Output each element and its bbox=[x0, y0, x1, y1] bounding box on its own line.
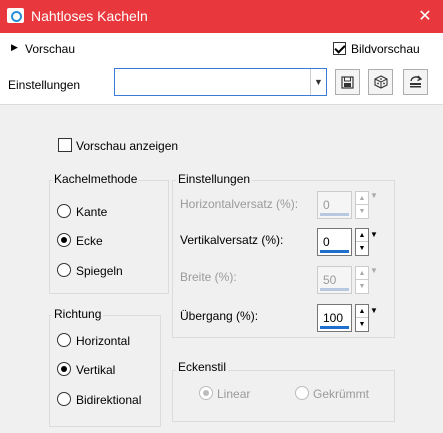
reset-button[interactable] bbox=[403, 69, 428, 95]
uebergang-label: Übergang (%): bbox=[180, 309, 259, 323]
breite-stepper[interactable]: ▲ ▼ bbox=[355, 266, 369, 294]
vertikalversatz-input[interactable]: 0 bbox=[317, 228, 352, 256]
dice-icon bbox=[373, 75, 388, 89]
stepper-down-icon[interactable]: ▼ bbox=[356, 205, 368, 218]
stepper-up-icon[interactable]: ▲ bbox=[356, 229, 368, 242]
bildvorschau-label[interactable]: Bildvorschau bbox=[351, 42, 420, 56]
settings-label: Einstellungen bbox=[8, 78, 81, 92]
label-ecke[interactable]: Ecke bbox=[76, 234, 103, 248]
close-button[interactable]: ✕ bbox=[415, 7, 435, 27]
horizontalversatz-label: Horizontalversatz (%): bbox=[180, 197, 299, 211]
breite-input[interactable]: 50 bbox=[317, 266, 352, 294]
horizontalversatz-stepper[interactable]: ▲ ▼ bbox=[355, 191, 369, 219]
horizontalversatz-input[interactable]: 0 bbox=[317, 191, 352, 219]
label-linear[interactable]: Linear bbox=[217, 387, 250, 401]
label-horizontal[interactable]: Horizontal bbox=[76, 334, 130, 348]
stepper-down-icon[interactable]: ▼ bbox=[356, 280, 368, 293]
uebergang-input[interactable]: 100 bbox=[317, 304, 352, 332]
radio-spiegeln[interactable] bbox=[57, 263, 71, 277]
radio-ecke[interactable] bbox=[57, 233, 71, 247]
vertikalversatz-slider-bar bbox=[320, 250, 349, 253]
vertikalversatz-stepper[interactable]: ▲ ▼ bbox=[355, 228, 369, 256]
label-kante[interactable]: Kante bbox=[76, 205, 107, 219]
radio-vertikal[interactable] bbox=[57, 362, 71, 376]
label-spiegeln[interactable]: Spiegeln bbox=[76, 264, 123, 278]
eckenstil-title: Eckenstil bbox=[176, 360, 229, 374]
stepper-up-icon[interactable]: ▲ bbox=[356, 267, 368, 280]
breite-slider-bar bbox=[320, 288, 349, 291]
bildvorschau-checkbox[interactable] bbox=[333, 42, 346, 55]
radio-bidirektional[interactable] bbox=[57, 392, 71, 406]
stepper-down-icon[interactable]: ▼ bbox=[356, 318, 368, 331]
title-bar: Nahtloses Kacheln ✕ bbox=[0, 0, 443, 33]
app-camera-icon bbox=[7, 8, 24, 23]
kachelmethode-title: Kachelmethode bbox=[52, 172, 140, 186]
save-preset-button[interactable] bbox=[335, 69, 360, 95]
vertikalversatz-dropdown-icon[interactable]: ▼ bbox=[370, 230, 378, 239]
chevron-down-icon[interactable]: ▼ bbox=[310, 69, 326, 95]
uebergang-dropdown-icon[interactable]: ▼ bbox=[370, 306, 378, 315]
randomize-button[interactable] bbox=[368, 69, 393, 95]
preview-settings-panel: ▶ Vorschau Bildvorschau Einstellungen ▼ bbox=[0, 33, 443, 105]
label-bidirektional[interactable]: Bidirektional bbox=[76, 393, 141, 407]
window-title: Nahtloses Kacheln bbox=[31, 8, 148, 24]
einstellungen-title: Einstellungen bbox=[176, 172, 253, 186]
stepper-up-icon[interactable]: ▲ bbox=[356, 305, 368, 318]
breite-dropdown-icon[interactable]: ▼ bbox=[370, 266, 378, 275]
label-vertikal[interactable]: Vertikal bbox=[76, 363, 115, 377]
vorschau-anzeigen-checkbox[interactable] bbox=[58, 138, 72, 152]
radio-kante[interactable] bbox=[57, 204, 71, 218]
reset-icon bbox=[410, 75, 423, 88]
radio-horizontal[interactable] bbox=[57, 333, 71, 347]
preview-toggle-label[interactable]: Vorschau bbox=[25, 42, 75, 56]
richtung-title: Richtung bbox=[52, 307, 104, 321]
label-gekruemmt[interactable]: Gekrümmt bbox=[313, 387, 369, 401]
preset-dropdown[interactable]: ▼ bbox=[114, 68, 327, 96]
radio-gekruemmt[interactable] bbox=[295, 386, 309, 400]
expand-triangle-icon[interactable]: ▶ bbox=[11, 42, 18, 53]
vorschau-anzeigen-label[interactable]: Vorschau anzeigen bbox=[76, 139, 178, 153]
uebergang-stepper[interactable]: ▲ ▼ bbox=[355, 304, 369, 332]
breite-label: Breite (%): bbox=[180, 270, 237, 284]
stepper-down-icon[interactable]: ▼ bbox=[356, 242, 368, 255]
stepper-up-icon[interactable]: ▲ bbox=[356, 192, 368, 205]
save-icon bbox=[341, 76, 354, 89]
vertikalversatz-label: Vertikalversatz (%): bbox=[180, 233, 284, 247]
radio-linear[interactable] bbox=[199, 386, 213, 400]
horizontalversatz-dropdown-icon[interactable]: ▼ bbox=[370, 191, 378, 200]
horizontalversatz-slider-bar bbox=[320, 213, 349, 216]
uebergang-slider-bar bbox=[320, 326, 349, 329]
